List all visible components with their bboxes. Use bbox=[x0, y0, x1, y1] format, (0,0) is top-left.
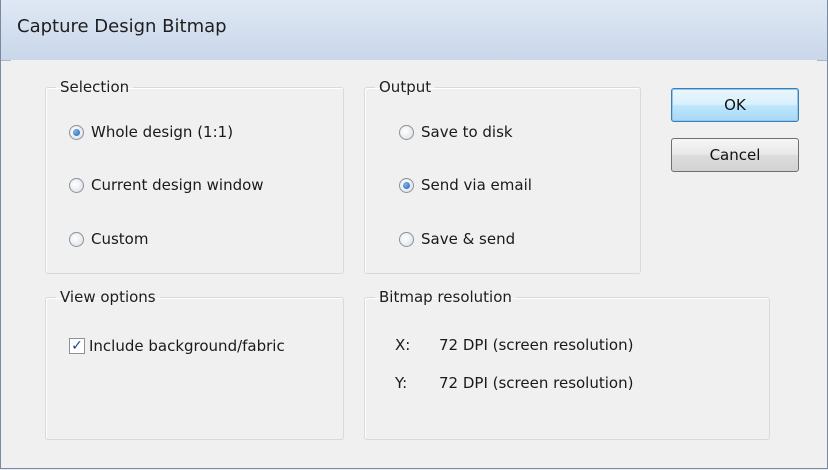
radio-current-design-window-label: Current design window bbox=[91, 176, 264, 194]
view-options-legend: View options bbox=[60, 288, 156, 306]
resolution-y-axis-label: Y: bbox=[395, 374, 408, 392]
checkbox-check-icon: ✓ bbox=[71, 338, 83, 354]
ok-button[interactable]: OK bbox=[671, 88, 799, 122]
bitmap-resolution-group: Bitmap resolution bbox=[364, 288, 770, 440]
resolution-x-row: X: 72 DPI (screen resolution) bbox=[395, 336, 633, 354]
resolution-x-value: 72 DPI (screen resolution) bbox=[439, 336, 634, 354]
output-legend: Output bbox=[379, 78, 432, 96]
cancel-button[interactable]: Cancel bbox=[671, 138, 799, 172]
dialog-window: Capture Design Bitmap Selection Whole de… bbox=[0, 0, 828, 469]
radio-whole-design-label: Whole design (1:1) bbox=[91, 123, 234, 141]
resolution-y-value: 72 DPI (screen resolution) bbox=[439, 374, 634, 392]
resolution-x-axis-label: X: bbox=[395, 336, 411, 354]
title-bar[interactable]: Capture Design Bitmap bbox=[1, 0, 827, 61]
radio-custom[interactable]: Custom bbox=[69, 230, 148, 248]
dialog-body: Selection Whole design (1:1) Current des… bbox=[11, 60, 817, 458]
radio-unselected-icon[interactable] bbox=[399, 231, 414, 247]
radio-save-to-disk-label: Save to disk bbox=[421, 123, 513, 141]
radio-save-and-send-label: Save & send bbox=[421, 230, 516, 248]
radio-unselected-icon[interactable] bbox=[69, 231, 84, 247]
radio-unselected-icon[interactable] bbox=[69, 177, 84, 193]
dialog-title: Capture Design Bitmap bbox=[17, 16, 227, 37]
radio-selected-icon[interactable] bbox=[399, 177, 414, 193]
view-options-group: View options bbox=[45, 288, 344, 440]
checkbox-include-background[interactable]: ✓ Include background/fabric bbox=[69, 337, 285, 355]
radio-save-and-send[interactable]: Save & send bbox=[399, 230, 515, 248]
radio-custom-label: Custom bbox=[91, 230, 149, 248]
radio-send-via-email-label: Send via email bbox=[421, 176, 532, 194]
checkbox-include-background-label: Include background/fabric bbox=[89, 337, 285, 355]
radio-save-to-disk[interactable]: Save to disk bbox=[399, 123, 513, 141]
radio-whole-design[interactable]: Whole design (1:1) bbox=[69, 123, 233, 141]
bitmap-resolution-legend: Bitmap resolution bbox=[379, 288, 512, 306]
selection-legend: Selection bbox=[60, 78, 130, 96]
radio-current-design-window[interactable]: Current design window bbox=[69, 176, 264, 194]
resolution-y-row: Y: 72 DPI (screen resolution) bbox=[395, 374, 633, 392]
checkbox-box[interactable]: ✓ bbox=[69, 338, 85, 354]
radio-send-via-email[interactable]: Send via email bbox=[399, 176, 532, 194]
radio-unselected-icon[interactable] bbox=[399, 124, 414, 140]
radio-selected-icon[interactable] bbox=[69, 124, 84, 140]
